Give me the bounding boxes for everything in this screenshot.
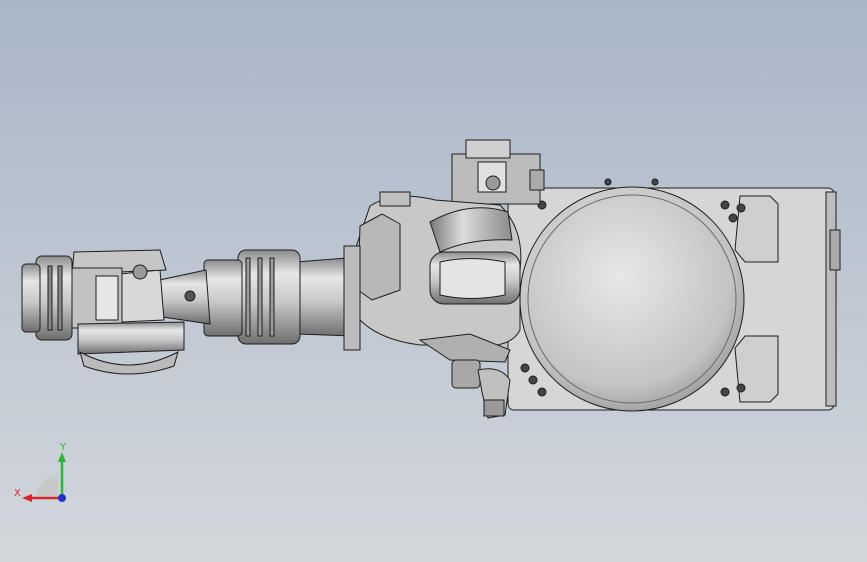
forearm [203, 245, 361, 351]
robot-arm-model[interactable] [0, 0, 867, 562]
y-axis-arrow [58, 452, 66, 462]
motor-housing-top [451, 139, 545, 205]
robot-base [507, 178, 841, 412]
shoulder-joint [354, 191, 522, 363]
y-axis-label: Y [59, 442, 67, 453]
z-axis-dot [58, 494, 66, 502]
x-axis-arrow [22, 494, 32, 502]
cable-connector [451, 359, 511, 419]
wrist-link [119, 269, 211, 325]
graphics-viewport[interactable]: Y X [0, 0, 867, 562]
triad-plane [36, 474, 58, 496]
tool-flange [21, 255, 73, 341]
x-axis-label: X [14, 488, 21, 499]
axis-triad: Y X [14, 442, 67, 502]
